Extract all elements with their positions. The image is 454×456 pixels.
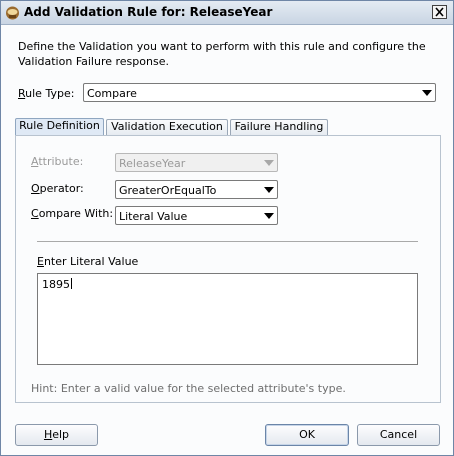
literal-value-label: Enter Literal Value (37, 255, 139, 268)
literal-value-text: 1895 (42, 278, 70, 291)
compare-with-select[interactable]: Literal Value (115, 206, 278, 225)
tab-rule-definition[interactable]: Rule Definition (15, 118, 104, 135)
attribute-select: ReleaseYear (115, 153, 278, 172)
tab-failure-handling[interactable]: Failure Handling (230, 119, 328, 135)
close-icon (435, 7, 444, 17)
chevron-down-icon (264, 160, 274, 166)
cancel-button[interactable]: Cancel (357, 424, 440, 446)
chevron-down-icon (264, 187, 274, 193)
text-caret (71, 278, 72, 289)
rule-type-select[interactable]: Compare (83, 83, 436, 102)
operator-label: Operator: (31, 182, 84, 195)
intro-text: Define the Validation you want to perfor… (18, 40, 426, 68)
attribute-label: Attribute: (31, 155, 84, 168)
literal-value-input[interactable]: 1895 (37, 273, 418, 365)
operator-value: GreaterOrEqualTo (119, 184, 217, 197)
rule-type-label: Rule Type: (18, 87, 75, 100)
compare-with-label: Compare With: (31, 207, 114, 220)
ok-button[interactable]: OK (265, 424, 349, 446)
compare-with-value: Literal Value (119, 210, 188, 223)
divider (37, 241, 418, 242)
dialog: Add Validation Rule for: ReleaseYear Def… (0, 0, 454, 456)
hint-text: Hint: Enter a valid value for the select… (31, 382, 346, 395)
rule-type-value: Compare (87, 87, 137, 100)
close-button[interactable] (432, 5, 447, 19)
chevron-down-icon (422, 90, 432, 96)
tab-validation-execution[interactable]: Validation Execution (106, 119, 228, 135)
chevron-down-icon (264, 213, 274, 219)
jdeveloper-app-icon (6, 6, 19, 20)
title-bar: Add Validation Rule for: ReleaseYear (1, 1, 453, 25)
operator-select[interactable]: GreaterOrEqualTo (115, 180, 278, 199)
help-button[interactable]: Help (15, 424, 98, 446)
window-title: Add Validation Rule for: ReleaseYear (24, 5, 273, 19)
attribute-value: ReleaseYear (119, 157, 186, 170)
